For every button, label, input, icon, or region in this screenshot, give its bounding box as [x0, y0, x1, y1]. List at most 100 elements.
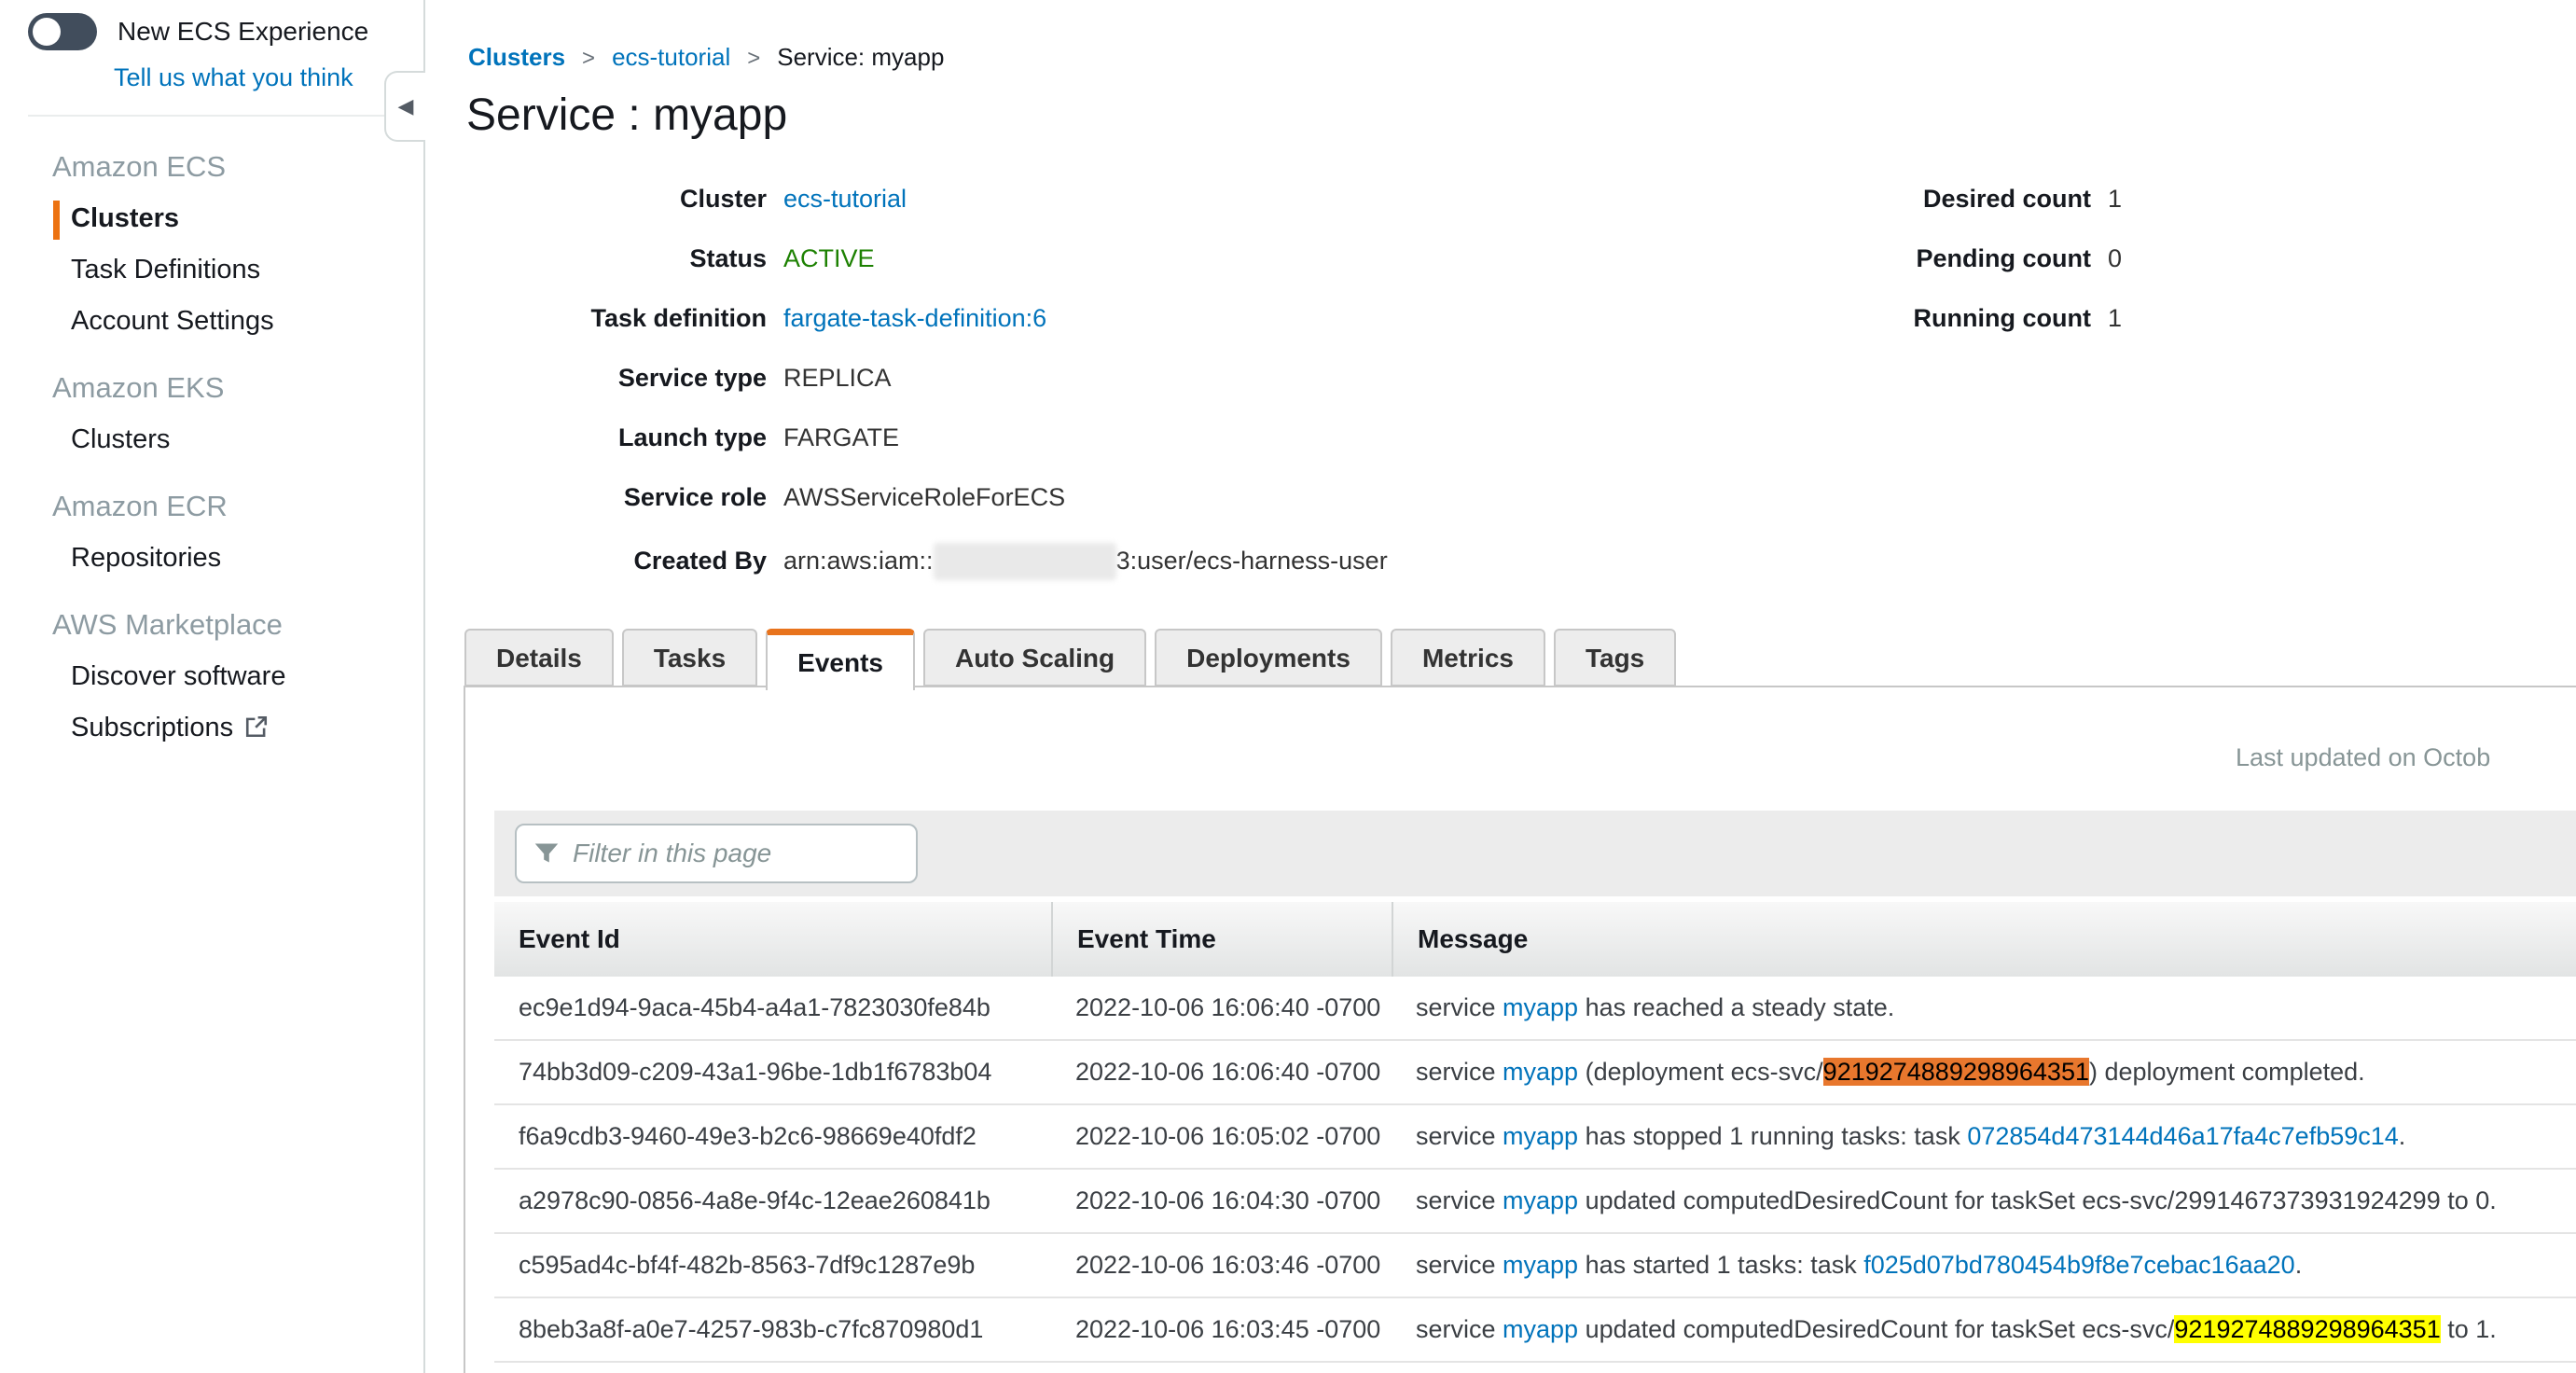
breadcrumb-ecs-tutorial[interactable]: ecs-tutorial [612, 43, 730, 71]
detail-row-service-role: Service role AWSServiceRoleForECS [468, 483, 1388, 543]
table-row: 74bb3d09-c209-43a1-96be-1db1f6783b042022… [494, 1041, 2576, 1105]
event-time-cell: 2022-10-06 16:03:46 -0700 [1051, 1251, 1392, 1280]
event-time-cell: 2022-10-06 16:04:30 -0700 [1051, 1186, 1392, 1215]
collapse-arrow-icon: ◀ [398, 94, 414, 118]
detail-plain-value: REPLICA [783, 364, 892, 392]
filter-input[interactable] [573, 839, 899, 868]
sidebar-item-label: Account Settings [71, 306, 274, 336]
sidebar-section-heading-amazon-eks: Amazon EKS [0, 347, 423, 414]
column-header-event-id: Event Id [494, 924, 1051, 954]
tab-metrics[interactable]: Metrics [1391, 629, 1545, 686]
status-badge: ACTIVE [783, 244, 875, 272]
detail-value-running-count: 1 [2108, 304, 2122, 333]
ecs-console-page: New ECS Experience Tell us what you thin… [0, 0, 2576, 1373]
tab-tags[interactable]: Tags [1554, 629, 1676, 686]
message-link[interactable]: myapp [1503, 1315, 1578, 1343]
message-text: updated computedDesiredCount for taskSet… [1578, 1315, 2174, 1343]
filter-funnel-icon [533, 840, 560, 867]
sidebar-item-clusters[interactable]: Clusters [0, 414, 423, 465]
detail-row-cluster: Cluster ecs-tutorial [468, 185, 1388, 244]
message-text: updated computedDesiredCount for taskSet… [1578, 1186, 2497, 1214]
service-counts: Desired count1Pending count0Running coun… [1867, 185, 2122, 364]
tab-deployments[interactable]: Deployments [1155, 629, 1382, 686]
sidebar-item-clusters[interactable]: Clusters [0, 193, 423, 244]
detail-label: Service type [468, 364, 767, 393]
sidebar-item-subscriptions[interactable]: Subscriptions [0, 702, 423, 754]
table-row: a2978c90-0856-4a8e-9f4c-12eae260841b2022… [494, 1170, 2576, 1234]
table-header: Event IdEvent TimeMessage [494, 902, 2576, 977]
sidebar: New ECS Experience Tell us what you thin… [0, 0, 425, 1373]
message-cell: service myapp updated computedDesiredCou… [1392, 1315, 2576, 1344]
tab-details[interactable]: Details [464, 629, 614, 686]
detail-row-created-by: Created Byarn:aws:iam::3:user/ecs-harnes… [468, 543, 1388, 603]
message-link[interactable]: myapp [1503, 1186, 1578, 1214]
message-link[interactable]: myapp [1503, 1122, 1578, 1150]
table-row: ec9e1d94-9aca-45b4-a4a1-7823030fe84b2022… [494, 977, 2576, 1041]
detail-label: Service role [468, 483, 767, 512]
message-text: service [1416, 993, 1503, 1021]
event-id-cell: c595ad4c-bf4f-482b-8563-7df9c1287e9b [494, 1251, 1051, 1280]
detail-label: Pending count [1867, 244, 2091, 273]
message-text: . [2399, 1122, 2406, 1150]
detail-label: Cluster [468, 185, 767, 214]
message-text: service [1416, 1251, 1503, 1279]
arn-suffix: 3:user/ecs-harness-user [1116, 547, 1388, 575]
sidebar-item-label: Clusters [71, 424, 170, 454]
sidebar-item-label: Discover software [71, 661, 285, 691]
sidebar-nav: Amazon ECSClustersTask DefinitionsAccoun… [0, 117, 423, 754]
detail-value-service-role: AWSServiceRoleForECS [783, 483, 1065, 512]
external-link-icon [244, 714, 269, 739]
detail-plain-value: 1 [2108, 185, 2122, 213]
sidebar-item-label: Subscriptions [71, 713, 233, 742]
detail-value-status: ACTIVE [783, 244, 875, 273]
new-ecs-experience-label: New ECS Experience [118, 17, 368, 47]
detail-row-status: Status ACTIVE [468, 244, 1388, 304]
message-text: service [1416, 1186, 1503, 1214]
tab-events[interactable]: Events [766, 629, 915, 690]
tab-auto-scaling[interactable]: Auto Scaling [923, 629, 1146, 686]
main-content: Clusters>ecs-tutorial>Service: myapp Ser… [427, 0, 2576, 1373]
detail-value-desired-count: 1 [2108, 185, 2122, 214]
sidebar-item-task-definitions[interactable]: Task Definitions [0, 244, 423, 296]
message-cell: service myapp has started 1 tasks: task … [1392, 1251, 2576, 1280]
feedback-link[interactable]: Tell us what you think [0, 50, 423, 92]
sidebar-item-label: Clusters [71, 203, 179, 233]
detail-value-cluster: ecs-tutorial [783, 185, 907, 214]
page-title: Service : myapp [466, 90, 787, 141]
new-ecs-experience-toggle[interactable] [28, 13, 97, 50]
detail-plain-value: AWSServiceRoleForECS [783, 483, 1065, 511]
detail-row-task-definition: Task definitionfargate-task-definition:6 [468, 304, 1388, 364]
table-row: 923b05c1-30b2-47bb-b535-9d2be22084e42022… [494, 1363, 2576, 1373]
message-link[interactable]: f025d07bd780454b9f8e7cebac16aa20 [1863, 1251, 2294, 1279]
tab-tasks[interactable]: Tasks [622, 629, 757, 686]
detail-row-desired-count: Desired count1 [1867, 185, 2122, 244]
table-row: c595ad4c-bf4f-482b-8563-7df9c1287e9b2022… [494, 1234, 2576, 1298]
message-link[interactable]: myapp [1503, 1251, 1578, 1279]
breadcrumb-clusters[interactable]: Clusters [468, 43, 565, 71]
detail-label: Status [468, 244, 767, 273]
sidebar-item-repositories[interactable]: Repositories [0, 533, 423, 584]
message-link[interactable]: myapp [1503, 1058, 1578, 1086]
table-filter-strip [494, 811, 2576, 896]
last-updated-text: Last updated on Octob [2236, 743, 2490, 772]
sidebar-item-discover-software[interactable]: Discover software [0, 651, 423, 702]
detail-value-launch-type: FARGATE [783, 423, 899, 452]
sidebar-section-heading-aws-marketplace: AWS Marketplace [0, 584, 423, 651]
detail-link-cluster[interactable]: ecs-tutorial [783, 185, 907, 213]
event-id-cell: f6a9cdb3-9460-49e3-b2c6-98669e40fdf2 [494, 1122, 1051, 1151]
sidebar-item-account-settings[interactable]: Account Settings [0, 296, 423, 347]
detail-value-task-definition: fargate-task-definition:6 [783, 304, 1046, 333]
event-time-cell: 2022-10-06 16:06:40 -0700 [1051, 1058, 1392, 1087]
detail-row-launch-type: Launch typeFARGATE [468, 423, 1388, 483]
message-text: has reached a steady state. [1578, 993, 1894, 1021]
message-link[interactable]: 072854d473144d46a17fa4c7efb59c14 [1967, 1122, 2398, 1150]
sidebar-item-label: Repositories [71, 543, 221, 573]
message-link[interactable]: myapp [1503, 993, 1578, 1021]
detail-label: Running count [1867, 304, 2091, 333]
arn-prefix: arn:aws:iam:: [783, 547, 934, 575]
column-header-message: Message [1392, 902, 2576, 977]
detail-link-task-definition[interactable]: fargate-task-definition:6 [783, 304, 1046, 332]
sidebar-collapse-button[interactable]: ◀ [384, 71, 425, 142]
message-cell: service myapp has stopped 1 running task… [1392, 1122, 2576, 1151]
message-cell: service myapp (deployment ecs-svc/921927… [1392, 1058, 2576, 1087]
